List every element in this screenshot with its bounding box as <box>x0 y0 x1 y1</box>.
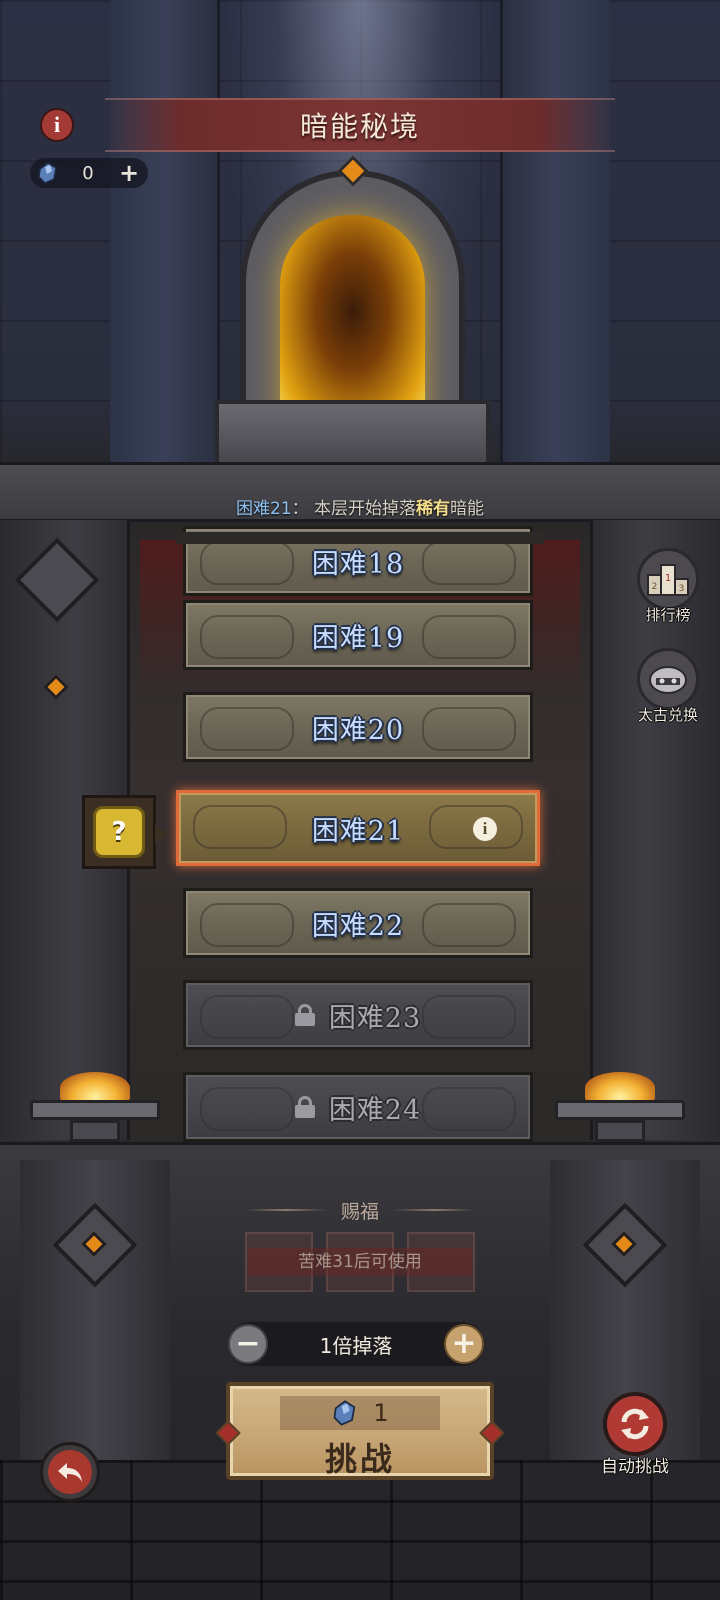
question-mark-icon: ? <box>93 806 145 858</box>
ranking-button[interactable]: 1 2 3 排行榜 <box>618 548 718 625</box>
svg-text:2: 2 <box>652 582 658 592</box>
level-label: 困难18 <box>311 548 405 580</box>
level-item-locked[interactable]: 困难23 <box>183 980 533 1050</box>
dark-crystal-icon <box>333 1400 356 1426</box>
svg-text:1: 1 <box>665 573 671 584</box>
podium-icon: 1 2 3 <box>637 548 699 610</box>
level-item[interactable]: 困难20 <box>183 692 533 762</box>
drop-multiplier: − 1倍掉落 + <box>228 1322 484 1366</box>
increase-multiplier-button[interactable]: + <box>443 1324 484 1364</box>
lock-icon <box>294 1004 315 1026</box>
challenge-cost-value: 1 <box>373 1399 389 1427</box>
blessing-header: 赐福 <box>245 1196 476 1224</box>
blessing-title: 赐福 <box>341 1200 380 1223</box>
level-item[interactable]: 困难19 <box>183 600 533 670</box>
challenge-button[interactable]: 1 挑战 <box>226 1382 494 1480</box>
back-button[interactable] <box>40 1442 100 1502</box>
level-item[interactable]: 困难22 <box>183 888 533 958</box>
level-label: 困难21 <box>311 815 405 847</box>
level-label: 困难24 <box>328 1094 422 1126</box>
mystery-reward[interactable]: ? <box>82 795 167 869</box>
level-item-locked[interactable]: 困难24 <box>183 1072 533 1142</box>
auto-challenge-label: 自动挑战 <box>601 1457 669 1477</box>
back-arrow-icon <box>48 1450 92 1494</box>
challenge-label: 挑战 <box>324 1440 395 1478</box>
level-label: 困难22 <box>311 910 405 942</box>
auto-repeat-icon <box>603 1392 667 1456</box>
level-label: 困难23 <box>328 1002 422 1034</box>
level-item-selected[interactable]: 困难21 i <box>176 790 540 866</box>
lock-icon <box>294 1096 315 1118</box>
svg-text:3: 3 <box>679 584 685 594</box>
level-label: 困难19 <box>311 622 405 654</box>
challenge-cost: 1 <box>280 1396 440 1430</box>
exchange-button[interactable]: 太古兑换 <box>618 648 718 725</box>
auto-challenge-button[interactable]: 自动挑战 <box>595 1392 675 1477</box>
level-info-icon[interactable]: i <box>473 817 497 841</box>
multiplier-label: 1倍掉落 <box>319 1333 393 1358</box>
blessing-locked-text: 苦难31后可使用 <box>248 1248 472 1276</box>
ranking-label: 排行榜 <box>645 606 691 624</box>
decrease-multiplier-button[interactable]: − <box>228 1324 268 1364</box>
ancient-helm-icon <box>637 648 699 710</box>
level-label: 困难20 <box>311 714 405 746</box>
exchange-label: 太古兑换 <box>637 706 698 724</box>
